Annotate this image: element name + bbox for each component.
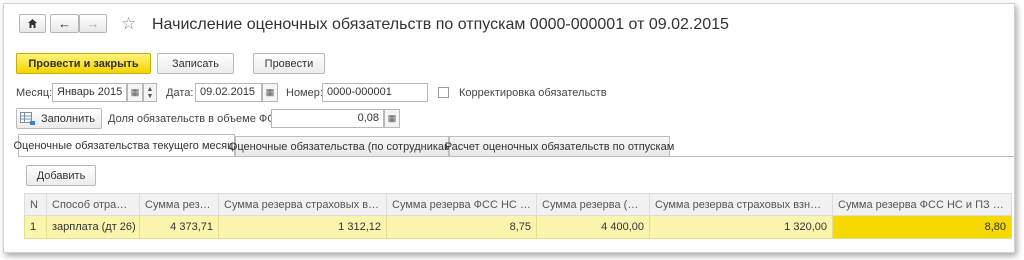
table-cell[interactable]: 1 (24, 215, 47, 239)
tab-calculation[interactable]: Расчет оценочных обязательств по отпуска… (445, 136, 674, 157)
column-header[interactable]: Сумма резерва страховых взносов (218, 193, 387, 216)
date-picker-button[interactable]: ▦ (262, 83, 278, 102)
back-button[interactable]: ← (50, 14, 79, 33)
month-field[interactable]: Январь 2015 (52, 83, 127, 102)
add-button[interactable]: Добавить (26, 165, 96, 186)
home-icon (28, 19, 37, 28)
fill-button[interactable]: Заполнить (16, 108, 102, 129)
column-header[interactable]: Сумма резерва (НУ) (536, 193, 650, 216)
post-button[interactable]: Провести (253, 53, 325, 74)
calendar-icon: ▦ (265, 87, 275, 97)
column-header[interactable]: Сумма резерва ФСС НС и ПЗ (386, 193, 537, 216)
post-and-close-button[interactable]: Провести и закрыть (16, 53, 151, 74)
calendar-icon: ▦ (130, 87, 140, 97)
table-header-row: N Способ отражения Сумма резерва Сумма р… (24, 193, 1012, 216)
month-stepper[interactable]: ▲ ▼ (143, 83, 157, 102)
table-cell[interactable]: зарплата (дт 26) (46, 215, 140, 239)
column-header[interactable]: Сумма резерва ФСС НС и ПЗ (НУ) (832, 193, 1012, 216)
fill-table-icon (20, 111, 35, 125)
chevron-up-icon: ▲ (146, 85, 154, 93)
share-label: Доля обязательств в объеме ФОТ: (108, 113, 286, 125)
share-field[interactable]: 0,08 (271, 109, 384, 128)
calculator-button[interactable]: ▦ (384, 109, 400, 128)
table-cell-selected[interactable]: 8,80 (832, 215, 1012, 239)
table-cell[interactable]: 4 400,00 (536, 215, 650, 239)
month-label: Месяц: (16, 87, 53, 99)
page-title: Начисление оценочных обязательств по отп… (152, 16, 729, 33)
arrow-right-icon: → (86, 16, 100, 31)
column-header[interactable]: N (24, 193, 47, 216)
table-row[interactable]: 1 зарплата (дт 26) 4 373,71 1 312,12 8,7… (24, 215, 1012, 239)
column-header[interactable]: Сумма резерва (139, 193, 219, 216)
month-select-button[interactable]: ▦ (127, 83, 143, 102)
tab-current-month[interactable]: Оценочные обязательства текущего месяца (14, 134, 240, 157)
column-header[interactable]: Способ отражения (46, 193, 140, 216)
adjust-label: Корректировка обязательств (459, 87, 607, 99)
calculator-icon: ▦ (387, 113, 397, 123)
table-cell[interactable]: 8,75 (386, 215, 537, 239)
number-field[interactable]: 0000-000001 (322, 83, 428, 102)
table-cell[interactable]: 1 312,12 (218, 215, 387, 239)
save-button[interactable]: Записать (157, 53, 234, 74)
star-icon[interactable]: ☆ (121, 15, 136, 33)
number-label: Номер: (286, 87, 323, 99)
table-cell[interactable]: 1 320,00 (649, 215, 833, 239)
adjust-checkbox[interactable] (438, 87, 449, 98)
chevron-down-icon: ▼ (146, 92, 154, 100)
column-header[interactable]: Сумма резерва страховых взносов... (649, 193, 833, 216)
home-button[interactable] (19, 14, 46, 33)
tab-by-employees[interactable]: Оценочные обязательства (по сотрудникам) (229, 136, 455, 157)
fill-button-label: Заполнить (41, 112, 96, 125)
date-label: Дата: (166, 87, 194, 99)
arrow-left-icon: ← (58, 16, 71, 31)
tab-divider (19, 156, 1014, 157)
date-field[interactable]: 09.02.2015 (195, 83, 262, 102)
document-window: ← → ☆ Начисление оценочных обязательств … (3, 3, 1015, 253)
table-cell[interactable]: 4 373,71 (139, 215, 219, 239)
forward-button[interactable]: → (79, 14, 107, 33)
obligations-table: N Способ отражения Сумма резерва Сумма р… (24, 193, 1012, 239)
